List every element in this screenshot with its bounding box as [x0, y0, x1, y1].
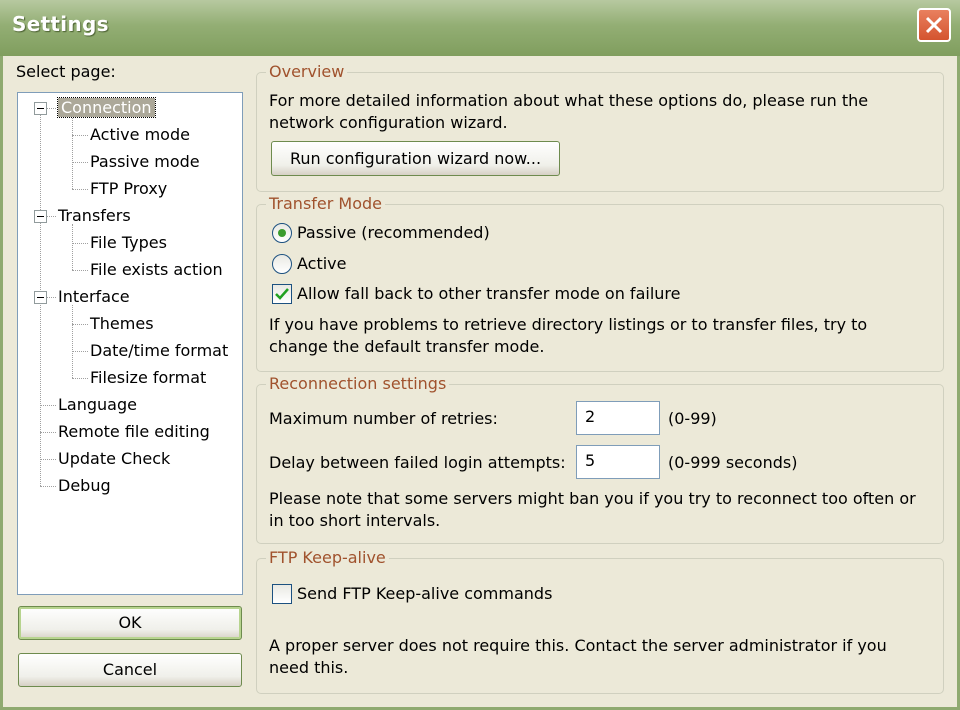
keepalive-note-line1: A proper server does not require this. C… — [269, 636, 887, 655]
tree-item[interactable]: FTP Proxy — [90, 177, 167, 201]
tree-item[interactable]: Filesize format — [90, 366, 206, 390]
retries-range: (0-99) — [668, 409, 717, 428]
delay-label: Delay between failed login attempts: — [269, 453, 566, 472]
keepalive-legend: FTP Keep-alive — [266, 548, 389, 568]
transfer-mode-legend: Transfer Mode — [266, 194, 386, 214]
tree-item[interactable]: Language — [58, 393, 137, 417]
cancel-button-label: Cancel — [102, 660, 158, 679]
tree-connector — [72, 324, 88, 325]
collapse-icon[interactable] — [34, 102, 47, 115]
ok-button-label: OK — [118, 613, 142, 632]
delay-range: (0-999 seconds) — [668, 453, 798, 472]
tree-item[interactable]: Themes — [90, 312, 154, 336]
passive-radio-label[interactable]: Passive (recommended) — [297, 222, 490, 244]
tree-item[interactable]: Transfers — [58, 204, 131, 228]
tree-connector — [72, 224, 73, 270]
tree-connector — [40, 486, 56, 487]
select-page-label: Select page: — [16, 62, 116, 81]
collapse-icon[interactable] — [34, 291, 47, 304]
tree-item-label: Date/time format — [90, 341, 229, 360]
tree-connector — [72, 116, 73, 189]
fallback-checkbox-label[interactable]: Allow fall back to other transfer mode o… — [297, 283, 680, 305]
checkmark-icon — [275, 288, 289, 300]
passive-radio[interactable] — [272, 223, 292, 243]
window-title: Settings — [12, 12, 109, 36]
collapse-icon[interactable] — [34, 210, 47, 223]
tree-connector — [40, 432, 56, 433]
keepalive-note-line2: need this. — [269, 658, 349, 677]
cancel-button[interactable]: Cancel — [18, 653, 242, 687]
tree-item[interactable]: File exists action — [90, 258, 223, 282]
tree-item-label: Filesize format — [90, 368, 207, 387]
tree-connector — [72, 378, 88, 379]
run-wizard-button-label: Run configuration wizard now... — [289, 149, 542, 168]
tree-item-label: Passive mode — [90, 152, 200, 171]
overview-text-line2: network configuration wizard. — [269, 113, 508, 132]
retries-label: Maximum number of retries: — [269, 409, 498, 428]
page-tree[interactable]: Connection Active mode Passive mode FTP Pro… — [17, 92, 243, 595]
tree-item[interactable]: Date/time format — [90, 339, 228, 363]
tree-item[interactable]: Connection — [57, 96, 156, 120]
tree-connector — [72, 162, 88, 163]
transfer-mode-note-line2: change the default transfer mode. — [269, 337, 545, 356]
keepalive-group — [256, 558, 944, 694]
run-wizard-button[interactable]: Run configuration wizard now... — [271, 141, 560, 176]
tree-item-label: Update Check — [58, 449, 171, 468]
tree-connector — [40, 405, 56, 406]
delay-input[interactable]: 5 — [576, 445, 660, 479]
retries-input[interactable]: 2 — [576, 401, 660, 435]
overview-legend: Overview — [266, 62, 348, 82]
tree-item-label: FTP Proxy — [90, 179, 168, 198]
tree-item-label: Debug — [58, 476, 111, 495]
title-bar[interactable]: Settings — [0, 0, 960, 56]
active-radio[interactable] — [272, 254, 292, 274]
reconnection-note-line2: in too short intervals. — [269, 511, 441, 530]
active-radio-label[interactable]: Active — [297, 253, 347, 275]
tree-item[interactable]: Interface — [58, 285, 130, 309]
tree-connector — [72, 135, 88, 136]
keepalive-checkbox[interactable] — [272, 584, 292, 604]
tree-connector — [72, 243, 88, 244]
tree-item-label: Themes — [90, 314, 154, 333]
fallback-checkbox[interactable] — [272, 284, 292, 304]
tree-item[interactable]: Passive mode — [90, 150, 200, 174]
tree-connector — [72, 270, 88, 271]
tree-item-label: Connection — [57, 97, 156, 118]
tree-item-label: Language — [58, 395, 137, 414]
transfer-mode-note-line1: If you have problems to retrieve directo… — [269, 315, 868, 334]
tree-item[interactable]: File Types — [90, 231, 167, 255]
tree-connector — [72, 351, 88, 352]
tree-item-label: File Types — [90, 233, 167, 252]
tree-connector — [40, 459, 56, 460]
tree-connector — [72, 189, 88, 190]
overview-text-line1: For more detailed information about what… — [269, 91, 869, 110]
reconnection-note-line1: Please note that some servers might ban … — [269, 489, 916, 508]
tree-connector — [72, 305, 73, 378]
tree-item-label: Transfers — [58, 206, 131, 225]
close-icon — [925, 16, 943, 34]
tree-item-label: Remote file editing — [58, 422, 210, 441]
tree-item-label: Interface — [58, 287, 130, 306]
reconnection-legend: Reconnection settings — [266, 374, 450, 394]
tree-item-label: File exists action — [90, 260, 223, 279]
tree-item[interactable]: Remote file editing — [58, 420, 210, 444]
settings-window: Settings Select page: Connection Active m… — [0, 0, 960, 710]
tree-item[interactable]: Update Check — [58, 447, 170, 471]
close-button[interactable] — [917, 8, 951, 42]
tree-item-label: Active mode — [90, 125, 190, 144]
keepalive-checkbox-label[interactable]: Send FTP Keep-alive commands — [297, 583, 552, 605]
window-frame-left — [0, 56, 3, 710]
tree-item[interactable]: Active mode — [90, 123, 190, 147]
ok-button[interactable]: OK — [18, 606, 242, 640]
tree-item[interactable]: Debug — [58, 474, 111, 498]
